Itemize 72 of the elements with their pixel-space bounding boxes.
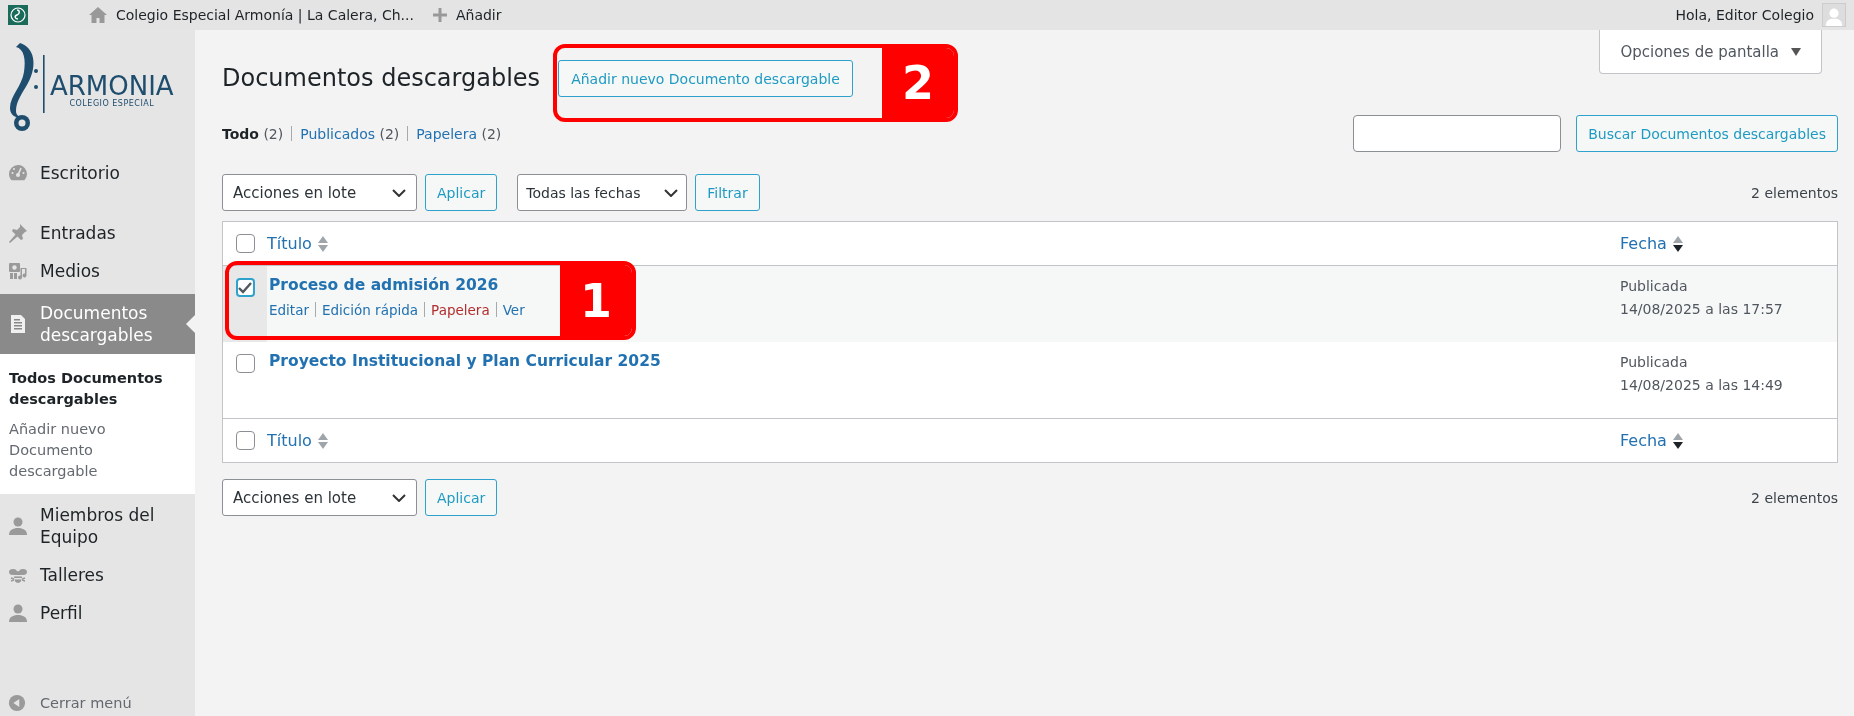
chevron-down-icon (392, 188, 406, 197)
sort-icon (1672, 432, 1683, 449)
dropdown[interactable]: Todas las fechas (517, 174, 688, 211)
plus-icon (431, 7, 448, 23)
row-action-link[interactable]: Edición rápida (321, 302, 419, 318)
column-header[interactable]: Título (267, 431, 1620, 450)
chevron-down-icon (392, 493, 406, 502)
apply-button[interactable]: Aplicar (425, 479, 498, 516)
sidebar-item[interactable]: Miembros del Equipo (0, 495, 195, 556)
pin-icon (8, 223, 28, 244)
sidebar-item[interactable]: Entradas (0, 214, 195, 253)
person-icon (8, 602, 28, 623)
screen-options-button[interactable]: Opciones de pantalla (1599, 30, 1822, 74)
sidebar-item[interactable]: Escritorio (0, 154, 195, 193)
callout-number: 2 (882, 48, 954, 118)
logo-name: ARMONIA (50, 72, 174, 99)
site-link[interactable]: Colegio Especial Armonía | La Calera, Ch... (88, 5, 414, 25)
document-icon (8, 314, 28, 335)
collapse-icon (8, 694, 26, 712)
submenu-item[interactable]: Todos Documentos descargables (0, 364, 195, 415)
logo-tagline: COLEGIO ESPECIAL (69, 98, 155, 108)
date-text: 14/08/2025 a las 17:57 (1620, 301, 1784, 317)
post-title-link[interactable]: Proyecto Institucional y Plan Curricular 2025 (269, 352, 1620, 370)
site-name: Colegio Especial Armonía | La Calera, Ch... (116, 7, 414, 23)
status-text: Publicada (1620, 278, 1689, 294)
select-all-checkbox[interactable] (235, 431, 255, 450)
filter-link[interactable]: Publicados (2) (300, 125, 400, 142)
row-action-link[interactable]: Papelera (431, 302, 490, 318)
apply-button[interactable]: Aplicar (425, 174, 498, 211)
sort-icon (1672, 235, 1683, 252)
chevron-down-icon (664, 188, 679, 197)
select-all-checkbox[interactable] (235, 234, 255, 253)
column-header[interactable]: Fecha (1620, 431, 1837, 450)
sidebar-item[interactable]: Documentos descargables (0, 294, 195, 355)
callout-number: 1 (560, 265, 632, 336)
sidebar-item[interactable]: Medios (0, 252, 195, 291)
sort-icon (317, 235, 328, 252)
greeting-text: Hola, Editor Colegio (1675, 7, 1814, 23)
menu-pointer-icon (186, 315, 195, 334)
add-new-label: Añadir (455, 7, 502, 23)
item-count: 2 elementos (1751, 489, 1838, 506)
status-text: Publicada (1620, 354, 1689, 370)
row-action-link[interactable]: Editar (269, 302, 309, 318)
sidebar-item[interactable]: Talleres (0, 555, 195, 594)
column-header[interactable]: Fecha (1620, 234, 1837, 253)
add-new-link[interactable]: Añadir (431, 7, 502, 23)
column-header[interactable]: Título (267, 234, 1620, 253)
search-button[interactable]: Buscar Documentos descargables (1576, 115, 1838, 152)
home-icon (88, 5, 108, 25)
collapse-menu-button[interactable]: Cerrar menú (0, 694, 195, 716)
caret-icon (1791, 47, 1801, 56)
dropdown[interactable]: Acciones en lote (222, 479, 417, 516)
row-checkbox[interactable] (235, 354, 255, 373)
filter-link[interactable]: Papelera (2) (416, 125, 502, 142)
search-field[interactable] (1353, 115, 1562, 152)
avatar-icon (1822, 3, 1846, 27)
account-link[interactable]: Hola, Editor Colegio (1675, 3, 1846, 27)
add-new-button[interactable]: Añadir nuevo Documento descargable (558, 60, 853, 97)
item-count: 2 elementos (1751, 184, 1838, 201)
filter-button[interactable]: Filtrar (695, 174, 760, 211)
filter-link[interactable]: Todo (2) (222, 125, 284, 142)
page-title: Documentos descargables (222, 63, 541, 94)
date-text: 14/08/2025 a las 14:49 (1620, 377, 1784, 393)
sort-icon (317, 432, 328, 449)
sidebar-item[interactable]: Perfil (0, 593, 195, 632)
person-icon (8, 515, 28, 536)
dropdown[interactable]: Acciones en lote (222, 174, 417, 211)
row-action-link[interactable]: Ver (502, 302, 525, 318)
site-logo-icon (8, 5, 28, 25)
media-icon (8, 261, 28, 282)
row-checkbox[interactable] (235, 278, 255, 297)
submenu-item[interactable]: Añadir nuevo Documento descargable (0, 414, 195, 486)
